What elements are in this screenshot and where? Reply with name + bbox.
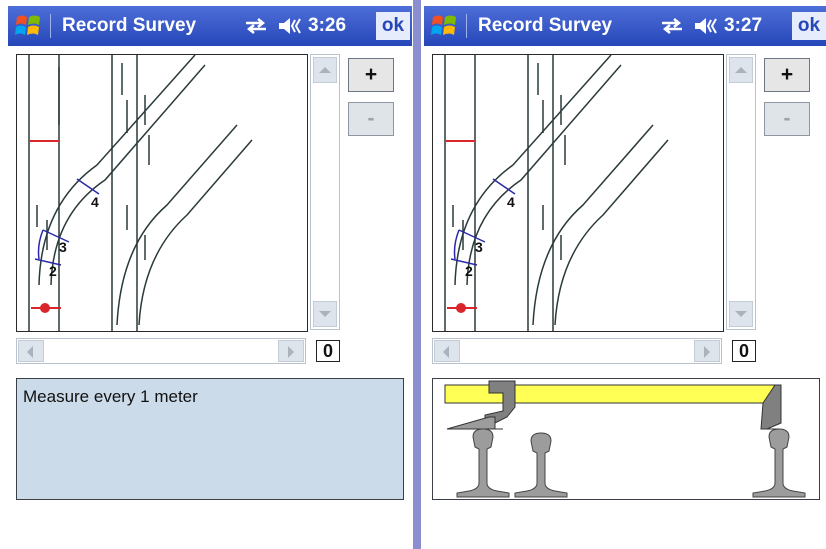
windows-flag-icon[interactable] xyxy=(430,12,458,40)
sync-arrows-icon[interactable] xyxy=(660,18,684,34)
scroll-down-button[interactable] xyxy=(729,301,753,327)
scroll-left-button[interactable] xyxy=(434,340,460,362)
zoom-out-button[interactable]: - xyxy=(764,102,810,136)
current-position-marker xyxy=(456,303,466,313)
station-label: 2 xyxy=(465,263,473,279)
reset-zero-button[interactable]: 0 xyxy=(316,340,340,362)
scroll-right-button[interactable] xyxy=(694,340,720,362)
windows-flag-icon[interactable] xyxy=(14,12,42,40)
app-title: Record Survey xyxy=(478,15,613,36)
screen-right: Record Survey 3:27 ok 4 3 2 + - 0 xyxy=(424,6,826,549)
app-title: Record Survey xyxy=(62,15,197,36)
left-platform-wedge xyxy=(446,416,496,430)
title-separator xyxy=(50,14,51,38)
clock[interactable]: 3:26 xyxy=(308,15,346,37)
track-survey-drawing[interactable]: 4 3 2 xyxy=(432,54,724,332)
arrow-down-icon xyxy=(319,311,331,317)
arrow-right-icon xyxy=(704,346,710,358)
scroll-up-button[interactable] xyxy=(729,57,753,83)
screen-left: Record Survey 3:26 ok 4 3 2 + - 0 Measur… xyxy=(8,6,412,549)
scroll-down-button[interactable] xyxy=(313,301,337,327)
vertical-scrollbar[interactable] xyxy=(310,54,340,330)
sync-arrows-icon[interactable] xyxy=(244,18,268,34)
arrow-up-icon xyxy=(735,67,747,73)
reset-zero-button[interactable]: 0 xyxy=(732,340,756,362)
rail-profile xyxy=(514,432,568,498)
screen-divider xyxy=(413,0,421,549)
horizontal-scrollbar[interactable] xyxy=(16,338,306,364)
ok-button[interactable]: ok xyxy=(792,12,826,40)
rail-profile xyxy=(752,428,806,498)
track-survey-drawing[interactable]: 4 3 2 xyxy=(16,54,308,332)
ok-button[interactable]: ok xyxy=(376,12,410,40)
speaker-icon[interactable] xyxy=(694,17,720,35)
vertical-scrollbar[interactable] xyxy=(726,54,756,330)
arrow-right-icon xyxy=(288,346,294,358)
station-label: 2 xyxy=(49,263,57,279)
station-label: 4 xyxy=(507,194,515,210)
scroll-left-button[interactable] xyxy=(18,340,44,362)
title-bar: Record Survey 3:27 ok xyxy=(424,6,826,46)
zoom-out-button[interactable]: - xyxy=(348,102,394,136)
station-label: 4 xyxy=(91,194,99,210)
arrow-up-icon xyxy=(319,67,331,73)
arrow-down-icon xyxy=(735,311,747,317)
speaker-icon[interactable] xyxy=(278,17,304,35)
station-label: 3 xyxy=(59,239,67,255)
rail-profile xyxy=(456,428,510,498)
current-position-marker xyxy=(40,303,50,313)
clock[interactable]: 3:27 xyxy=(724,15,762,37)
cross-section-profile xyxy=(432,378,820,500)
title-separator xyxy=(466,14,467,38)
arrow-left-icon xyxy=(27,346,33,358)
title-bar: Record Survey 3:26 ok xyxy=(8,6,412,46)
instruction-message: Measure every 1 meter xyxy=(16,378,404,500)
zoom-in-button[interactable]: + xyxy=(348,58,394,92)
horizontal-scrollbar[interactable] xyxy=(432,338,722,364)
scroll-up-button[interactable] xyxy=(313,57,337,83)
arrow-left-icon xyxy=(443,346,449,358)
scroll-right-button[interactable] xyxy=(278,340,304,362)
station-label: 3 xyxy=(475,239,483,255)
zoom-in-button[interactable]: + xyxy=(764,58,810,92)
